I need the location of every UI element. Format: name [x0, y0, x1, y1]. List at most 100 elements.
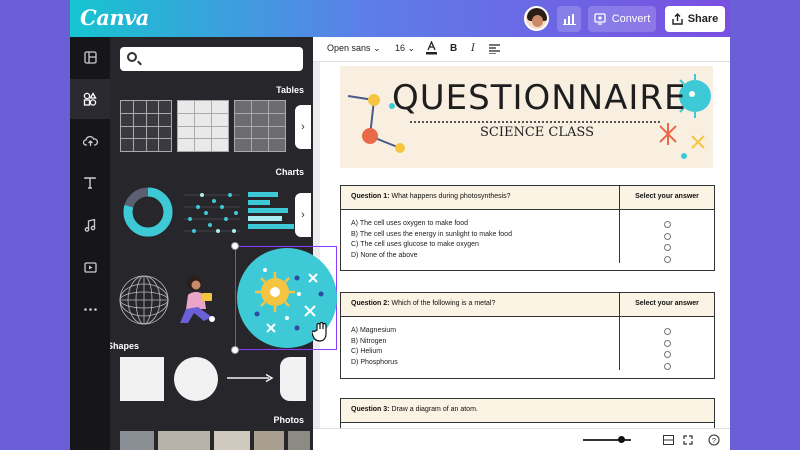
charts-section-label[interactable]: Charts [275, 167, 304, 177]
circle-shape-thumb[interactable] [174, 357, 218, 401]
bar-chart-thumb[interactable] [248, 190, 296, 234]
elements-icon [83, 92, 97, 106]
question-2-prompt: Which of the following is a metal? [391, 300, 496, 307]
radio-a[interactable] [663, 221, 671, 228]
question-2-body: A) Magnesium B) Nitrogen C) Helium D) Ph… [341, 317, 714, 370]
help-icon[interactable]: ? [708, 434, 720, 446]
elements-panel: Tables › Charts › Shapes Photos [110, 37, 313, 450]
rail-uploads[interactable] [70, 121, 110, 161]
answer-header: Select your answer [619, 186, 714, 209]
document-subtitle[interactable]: SCIENCE CLASS [480, 125, 594, 140]
photo-thumb-3[interactable] [214, 431, 250, 450]
canva-logo[interactable]: Canva [80, 5, 149, 30]
text-color-button[interactable] [426, 40, 437, 57]
tables-next-button[interactable]: › [295, 105, 311, 149]
text-color-icon [426, 40, 437, 55]
question-1-prompt: What happens during photosynthesis? [391, 193, 511, 200]
title-divider [410, 121, 660, 123]
rail-text[interactable] [70, 163, 110, 203]
option-d: D) Phosphorus [351, 358, 398, 366]
dot-chart-thumb[interactable] [182, 187, 242, 237]
question-1-options: A) The cell uses oxygen to make food B) … [341, 210, 619, 263]
photo-thumb-5[interactable] [288, 431, 310, 450]
radio-c[interactable] [663, 244, 671, 252]
music-note-icon [84, 218, 96, 232]
photos-section-label[interactable]: Photos [274, 415, 305, 425]
square-shape-thumb[interactable] [120, 357, 164, 401]
share-label: Share [687, 13, 719, 25]
document-title[interactable]: QUESTIONNAIRE [392, 78, 687, 118]
top-bar: Canva Convert Share [70, 0, 730, 37]
photo-thumb-1[interactable] [120, 431, 154, 450]
wireframe-sphere-thumb[interactable] [118, 274, 170, 326]
pages-grid-icon[interactable] [663, 435, 674, 445]
radio-d[interactable] [663, 255, 671, 263]
insights-button[interactable] [557, 6, 581, 32]
italic-button[interactable]: I [471, 43, 475, 54]
convert-label: Convert [611, 13, 651, 25]
layout-icon [83, 50, 97, 64]
charts-next-button[interactable]: › [295, 193, 311, 237]
rail-more[interactable] [70, 289, 110, 329]
fullscreen-icon[interactable] [683, 435, 693, 445]
rounded-shape-thumb[interactable] [280, 357, 306, 401]
radio-d[interactable] [663, 362, 671, 370]
font-family-value: Open sans [327, 43, 371, 53]
bottom-bar: ? [313, 428, 730, 450]
chevron-right-icon: › [301, 121, 305, 133]
rail-audio[interactable] [70, 205, 110, 245]
upload-cloud-icon [82, 135, 98, 146]
zoom-slider-knob[interactable] [618, 436, 625, 443]
radio-c[interactable] [663, 351, 671, 359]
share-icon [672, 13, 683, 25]
option-b: B) Nitrogen [351, 337, 387, 345]
search-input[interactable] [120, 47, 303, 71]
share-button[interactable]: Share [665, 6, 725, 32]
align-button[interactable] [489, 44, 500, 56]
document-page[interactable]: QUESTIONNAIRE SCIENCE CLASS Question 1: … [320, 62, 730, 450]
question-3-table[interactable]: Question 3: Draw a diagram of an atom. [340, 398, 715, 428]
radio-b[interactable] [663, 339, 671, 347]
option-c: C) Helium [351, 348, 383, 356]
convert-button[interactable]: Convert [588, 6, 656, 32]
chevron-right-icon: › [301, 209, 305, 221]
grab-cursor-icon [312, 322, 327, 342]
chevron-down-icon: ⌄ [373, 43, 381, 53]
side-rail [70, 37, 110, 450]
table-thumb-1[interactable] [120, 100, 172, 152]
rail-elements[interactable] [70, 79, 110, 119]
option-b: B) The cell uses the energy in sunlight … [351, 230, 512, 238]
question-2-text: Question 2: Which of the following is a … [341, 293, 619, 316]
answer-header: Select your answer [619, 293, 714, 316]
rail-layout[interactable] [70, 37, 110, 77]
tables-section-label[interactable]: Tables [276, 85, 304, 95]
font-family-select[interactable]: Open sans ⌄ [327, 43, 381, 54]
question-1-table[interactable]: Question 1: What happens during photosyn… [340, 185, 715, 271]
more-icon [83, 307, 97, 311]
canvas-area: Open sans ⌄ 16 ⌄ B I QUESTIONNAIRE SCIEN… [313, 37, 730, 450]
font-size-select[interactable]: 16 ⌄ [395, 43, 415, 54]
table-thumb-3[interactable] [234, 100, 286, 152]
question-1-radios [619, 210, 714, 263]
person-illustration-thumb[interactable] [176, 273, 224, 327]
question-2-table[interactable]: Question 2: Which of the following is a … [340, 292, 715, 379]
title-banner: QUESTIONNAIRE SCIENCE CLASS [340, 66, 713, 168]
align-left-icon [489, 44, 500, 55]
user-avatar[interactable] [524, 6, 549, 31]
bar-chart-icon [562, 14, 576, 25]
radio-a[interactable] [663, 328, 671, 335]
photo-thumb-4[interactable] [254, 431, 284, 450]
lines-shapes-section-label[interactable]: Lines & Shapes [110, 341, 139, 351]
photo-thumb-2[interactable] [158, 431, 210, 450]
donut-chart-thumb[interactable] [120, 184, 176, 240]
table-thumb-2[interactable] [177, 100, 229, 152]
rail-video[interactable] [70, 247, 110, 287]
question-3-prompt: Draw a diagram of an atom. [391, 406, 478, 413]
radio-b[interactable] [663, 232, 671, 240]
bold-button[interactable]: B [450, 43, 457, 54]
question-1-body: A) The cell uses oxygen to make food B) … [341, 210, 714, 263]
chevron-down-icon: ⌄ [407, 43, 416, 53]
question-2-label: Question 2: [351, 300, 390, 307]
font-size-value: 16 [395, 43, 406, 53]
arrow-line-thumb[interactable] [226, 373, 274, 383]
